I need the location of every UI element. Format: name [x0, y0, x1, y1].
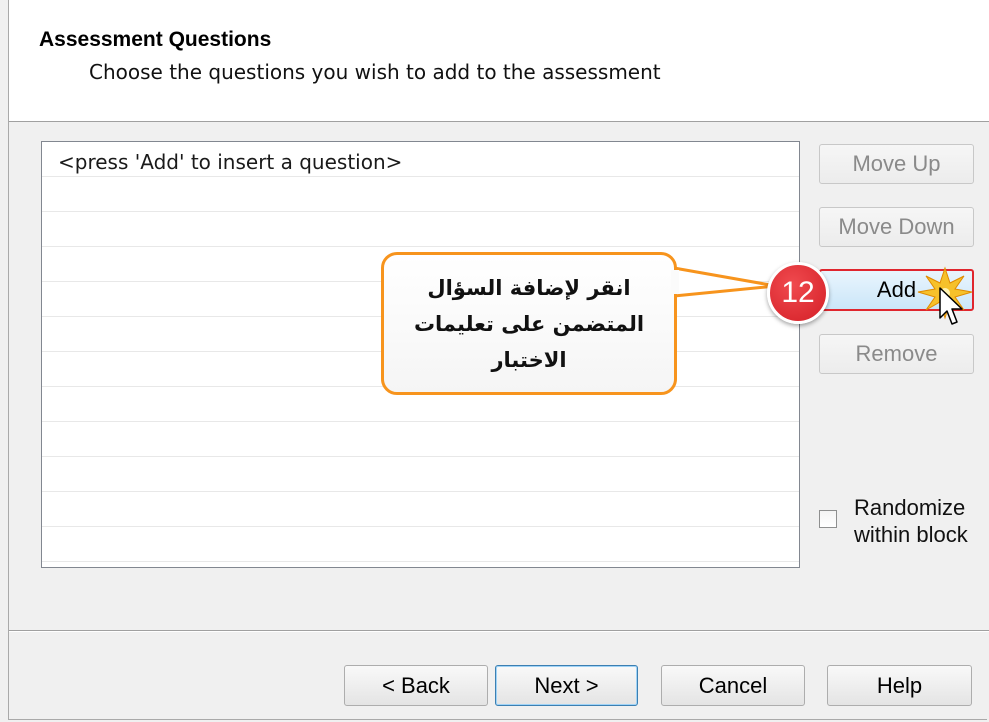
step-number-badge: 12	[767, 262, 829, 324]
help-button[interactable]: Help	[827, 665, 972, 706]
list-item	[42, 492, 799, 527]
move-down-button[interactable]: Move Down	[819, 207, 974, 247]
randomize-label: Randomize within block	[854, 495, 968, 547]
page-title: Assessment Questions	[39, 28, 272, 51]
list-item	[42, 212, 799, 247]
cancel-button[interactable]: Cancel	[661, 665, 805, 706]
instruction-callout: انقر لإضافة السؤال المتضمن على تعليمات ا…	[381, 252, 677, 395]
list-item	[42, 422, 799, 457]
wizard-header: Assessment Questions Choose the question…	[9, 0, 989, 122]
add-button[interactable]: Add	[819, 269, 974, 311]
remove-button[interactable]: Remove	[819, 334, 974, 374]
list-item	[42, 177, 799, 212]
list-item	[42, 457, 799, 492]
move-up-button[interactable]: Move Up	[819, 144, 974, 184]
next-button[interactable]: Next >	[495, 665, 638, 706]
list-item[interactable]: <press 'Add' to insert a question>	[42, 142, 799, 177]
back-button[interactable]: < Back	[344, 665, 488, 706]
page-subtitle: Choose the questions you wish to add to …	[89, 60, 661, 84]
list-item	[42, 527, 799, 562]
randomize-checkbox[interactable]	[819, 510, 837, 528]
